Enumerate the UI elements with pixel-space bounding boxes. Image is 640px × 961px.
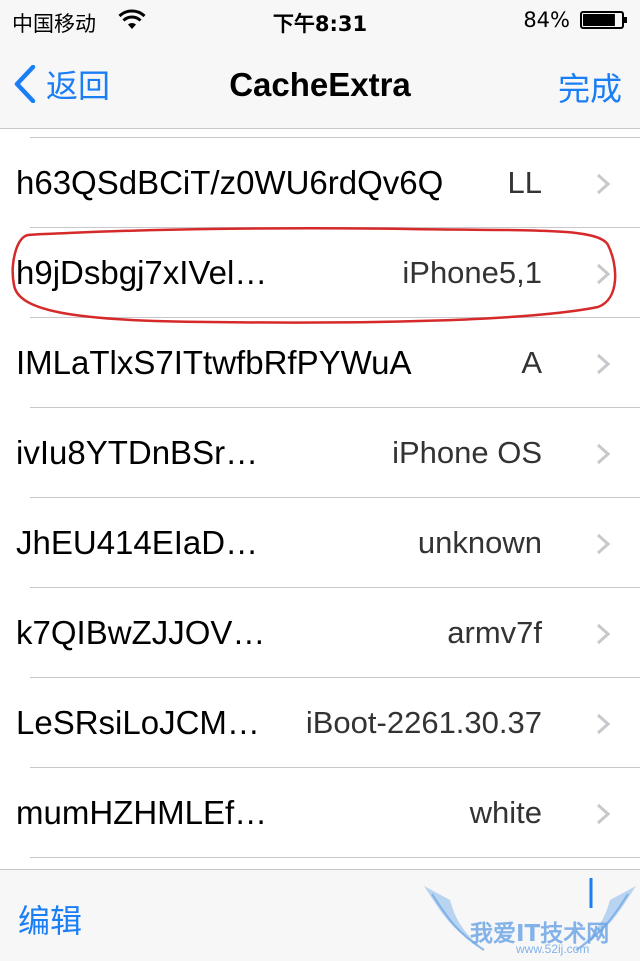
item-value: white [469,795,542,830]
chevron-right-icon [596,443,610,465]
list-item[interactable]: h9jDsbgj7xIVel… iPhone5,1 [0,228,640,318]
item-value: iBoot-2261.30.37 [305,705,542,740]
chevron-right-icon [596,713,610,735]
chevron-right-icon [596,803,610,825]
chevron-right-icon [596,533,610,555]
list-item[interactable]: h63QSdBCiT/z0WU6rdQv6Q LL [0,138,640,228]
item-value: iPhone5,1 [402,255,542,290]
add-icon[interactable] [584,878,598,908]
item-value: iPhone OS [392,435,542,470]
chevron-right-icon [596,353,610,375]
chevron-left-icon [14,65,36,103]
list-item[interactable]: k7QIBwZJJOV… armv7f [0,588,640,678]
item-key: mumHZHMLEf… [16,794,268,831]
edit-button[interactable]: 编辑 [18,896,82,942]
item-key: IMLaTlxS7ITtwfbRfPYWuA [16,344,412,381]
done-button[interactable]: 完成 [558,64,622,110]
list-item[interactable]: LeSRsiLoJCM… iBoot-2261.30.37 [0,678,640,768]
list-item[interactable]: IMLaTlxS7ITtwfbRfPYWuA A [0,318,640,408]
status-bar: 中国移动 下午8:31 84% [0,0,640,40]
list-item[interactable]: mumHZHMLEf… white [0,768,640,858]
item-key: h63QSdBCiT/z0WU6rdQv6Q [16,164,444,201]
back-label: 返回 [46,67,111,105]
chevron-right-icon [596,623,610,645]
item-key: JhEU414EIaD… [16,524,259,561]
battery-icon [580,11,627,29]
bottom-toolbar: 编辑 [0,869,640,961]
list-item[interactable]: JhEU414EIaD… unknown [0,498,640,588]
cache-extra-list: h63QSdBCiT/z0WU6rdQv6Q LL h9jDsbgj7xIVel… [0,129,640,869]
back-button[interactable]: 返回 [14,62,110,106]
item-key: ivIu8YTDnBSr… [16,434,259,471]
list-item[interactable]: ivIu8YTDnBSr… iPhone OS [0,408,640,498]
item-key: LeSRsiLoJCM… [16,704,260,741]
item-value: unknown [417,525,542,560]
battery-percent: 84% [523,8,570,32]
item-value: LL [507,165,542,200]
item-value: armv7f [447,615,542,650]
navigation-bar: 返回 CacheExtra 完成 [0,40,640,129]
item-value: A [521,345,542,380]
item-key: k7QIBwZJJOV… [16,614,266,651]
item-key: h9jDsbgj7xIVel… [16,254,268,291]
chevron-right-icon [596,263,610,285]
row-separator [30,857,640,858]
chevron-right-icon [596,173,610,195]
